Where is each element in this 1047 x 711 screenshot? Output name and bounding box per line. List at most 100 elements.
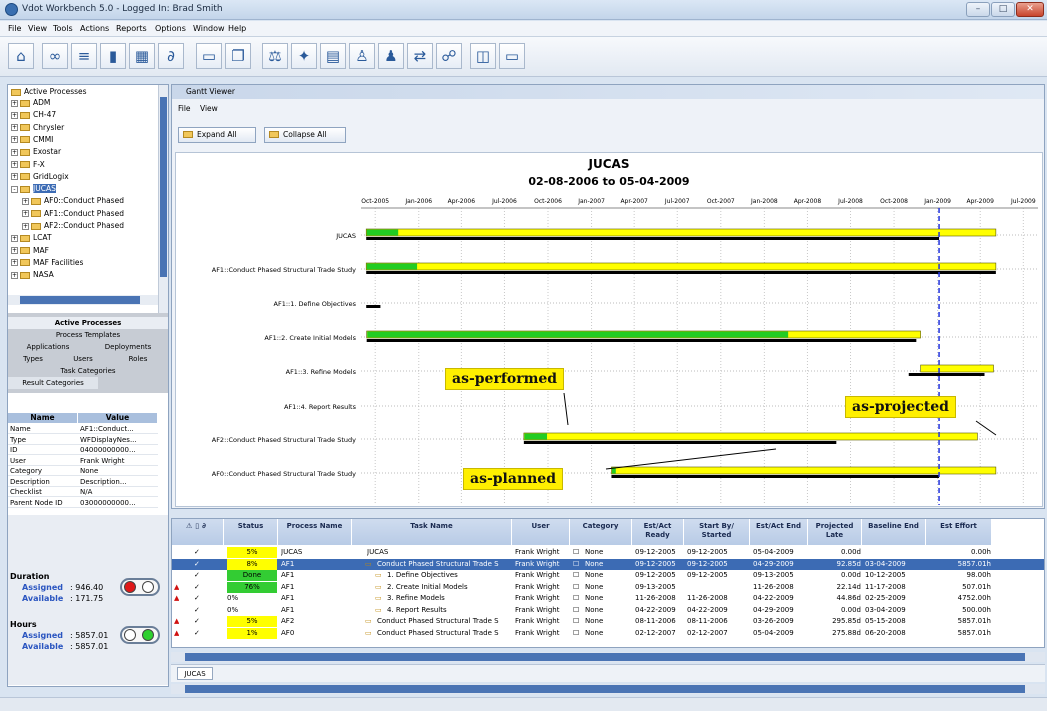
expand-icon[interactable]: + xyxy=(11,247,18,255)
expand-icon[interactable]: + xyxy=(11,111,18,119)
expand-icon[interactable]: + xyxy=(11,161,18,168)
performed-bar[interactable] xyxy=(365,228,997,237)
hierarchy-button[interactable]: ≡ xyxy=(71,43,97,69)
tree-root[interactable]: Active Processes xyxy=(11,86,87,97)
tree-hscrollbar[interactable] xyxy=(8,295,158,305)
column-header[interactable]: Est/Act Ready xyxy=(632,519,684,545)
tab-applications[interactable]: Applications xyxy=(8,341,88,353)
tree-item[interactable]: + Exostar xyxy=(11,146,61,157)
property-row[interactable]: Name AF1::Conduct... xyxy=(8,424,158,434)
tree-item[interactable]: + AF1::Conduct Phased xyxy=(22,208,124,219)
category-checkbox[interactable]: ☐ xyxy=(573,582,579,593)
user-button[interactable]: ♙ xyxy=(349,43,375,69)
expand-all-button[interactable]: Expand All xyxy=(178,127,256,143)
tab-result-categories[interactable]: Result Categories xyxy=(8,377,98,389)
table-row[interactable]: ✓ 5% JUCAS JUCAS Frank Wright None 09-12-2005 0… xyxy=(172,547,1044,558)
gantt-menu-file[interactable]: File xyxy=(178,104,191,113)
expand-icon[interactable]: + xyxy=(11,173,18,181)
expand-icon[interactable]: + xyxy=(22,197,29,205)
tree-item[interactable]: + GridLogix xyxy=(11,171,69,182)
column-header[interactable]: User xyxy=(512,519,570,545)
planned-bar[interactable] xyxy=(366,271,996,274)
planned-bar[interactable] xyxy=(908,373,985,376)
table-row[interactable]: ▲ ✓ 0% AF1 3. Refine Models Frank Wright None 1… xyxy=(172,593,1044,604)
column-header[interactable]: Task Name xyxy=(352,519,512,545)
property-row[interactable]: User Frank Wright xyxy=(8,456,158,466)
table-row[interactable]: ✓ Done AF1 1. Define Objectives Frank Wright… xyxy=(172,570,1044,581)
tab-types[interactable]: Types xyxy=(8,353,58,365)
transfer-button[interactable]: ⇄ xyxy=(407,43,433,69)
tree-scrollbar[interactable] xyxy=(158,85,168,315)
menu-options[interactable]: Options xyxy=(155,24,186,33)
tree-item[interactable]: + AF2::Conduct Phased xyxy=(22,220,124,231)
tree-item[interactable]: + ADM xyxy=(11,97,50,108)
tree-item[interactable]: - JUCAS xyxy=(11,183,56,194)
tree-item[interactable]: + CH-47 xyxy=(11,109,56,120)
props-name-header[interactable]: Name xyxy=(8,413,78,423)
performed-bar[interactable] xyxy=(523,432,978,441)
tree-item[interactable]: + MAF Facilities xyxy=(11,257,83,268)
tab-roles[interactable]: Roles xyxy=(108,353,168,365)
performed-bar[interactable] xyxy=(365,262,997,271)
maximize-button[interactable]: □ xyxy=(991,2,1015,17)
category-checkbox[interactable]: ☐ xyxy=(573,605,579,616)
window-button[interactable]: ◫ xyxy=(470,43,496,69)
tree-item[interactable]: + AF0::Conduct Phased xyxy=(22,195,124,206)
column-header[interactable]: Start By/ Started xyxy=(684,519,750,545)
tree-item[interactable]: + CMMI xyxy=(11,134,53,145)
menu-view[interactable]: View xyxy=(28,24,47,33)
category-checkbox[interactable]: ☐ xyxy=(573,616,579,627)
tab-process-templates[interactable]: Process Templates xyxy=(8,329,168,341)
category-checkbox[interactable]: ☐ xyxy=(573,593,579,604)
collapse-icon[interactable]: - xyxy=(11,185,18,193)
props-value-header[interactable]: Value xyxy=(78,413,158,423)
performed-bar[interactable] xyxy=(611,466,997,475)
table-row[interactable]: ▲ ✓ 5% AF2 Conduct Phased Structural Trade S… xyxy=(172,616,1044,627)
document-button[interactable]: ▤ xyxy=(320,43,346,69)
table-row[interactable]: ✓ 8% AF1 Conduct Phased Structural Trade S F… xyxy=(172,558,1044,570)
tab-users[interactable]: Users xyxy=(58,353,108,365)
planned-bar[interactable] xyxy=(366,305,381,308)
collapse-all-button[interactable]: Collapse All xyxy=(264,127,346,143)
expand-icon[interactable]: + xyxy=(11,136,18,144)
table-row[interactable]: ▲ ✓ 1% AF0 Conduct Phased Structural Trade S… xyxy=(172,627,1044,639)
menu-tools[interactable]: Tools xyxy=(53,24,73,33)
users-button[interactable]: ♟ xyxy=(378,43,404,69)
column-header[interactable]: Projected Late xyxy=(808,519,862,545)
performed-bar[interactable] xyxy=(920,364,994,373)
planned-bar[interactable] xyxy=(611,475,940,478)
expand-icon[interactable]: + xyxy=(11,234,18,242)
expand-icon[interactable]: + xyxy=(22,210,29,218)
glasses-button[interactable]: ∞ xyxy=(42,43,68,69)
column-header[interactable]: Est Effort xyxy=(926,519,992,545)
planned-bar[interactable] xyxy=(523,441,837,444)
window-hscrollbar[interactable] xyxy=(171,684,1045,694)
planned-bar[interactable] xyxy=(366,237,940,240)
menu-help[interactable]: Help xyxy=(228,24,246,33)
column-header[interactable]: Category xyxy=(570,519,632,545)
tree-item[interactable]: + NASA xyxy=(11,269,54,280)
category-checkbox[interactable]: ☐ xyxy=(573,559,579,570)
column-header[interactable]: Est/Act End xyxy=(750,519,808,545)
property-row[interactable]: ID 04000000000... xyxy=(8,445,158,455)
group-button[interactable]: ☍ xyxy=(436,43,462,69)
expand-icon[interactable]: + xyxy=(11,124,18,132)
menu-file[interactable]: File xyxy=(8,24,21,33)
menu-window[interactable]: Window xyxy=(193,24,225,33)
category-checkbox[interactable]: ☐ xyxy=(573,570,579,581)
tools-button[interactable]: ✦ xyxy=(291,43,317,69)
column-header[interactable]: Status xyxy=(224,519,278,545)
copy-button[interactable]: ❐ xyxy=(225,43,251,69)
planned-bar[interactable] xyxy=(366,339,917,342)
tree-item[interactable]: + MAF xyxy=(11,245,49,256)
calendar-button[interactable]: ▦ xyxy=(129,43,155,69)
link-button[interactable]: ∂ xyxy=(158,43,184,69)
tree-item[interactable]: + F-X xyxy=(11,159,45,170)
tab-task-categories[interactable]: Task Categories xyxy=(8,365,168,377)
menu-actions[interactable]: Actions xyxy=(80,24,109,33)
expand-icon[interactable]: + xyxy=(11,271,18,279)
tab-active-processes[interactable]: Active Processes xyxy=(8,317,168,329)
property-row[interactable]: Type WFDisplayNes... xyxy=(8,435,158,445)
category-checkbox[interactable]: ☐ xyxy=(573,547,579,558)
bar-chart-button[interactable]: ▮ xyxy=(100,43,126,69)
